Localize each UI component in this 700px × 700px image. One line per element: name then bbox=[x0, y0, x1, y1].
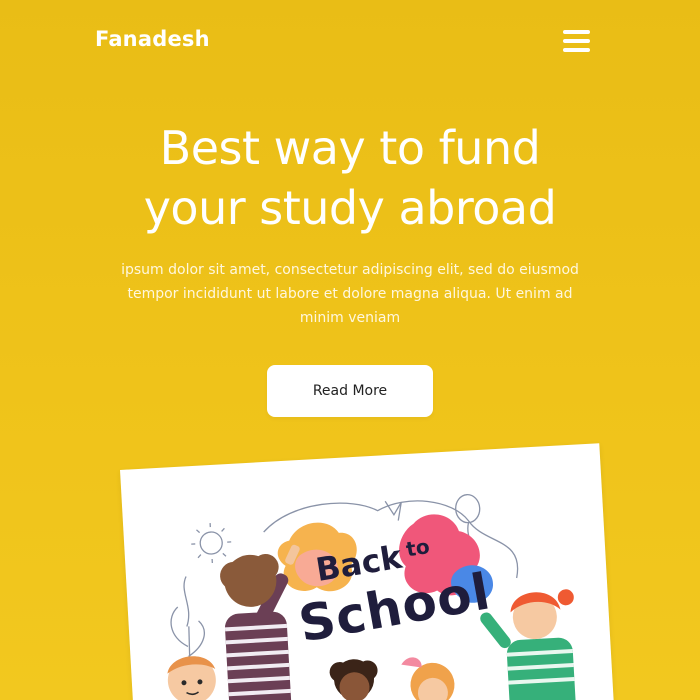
hero-description-line-3: minim veniam bbox=[299, 310, 401, 326]
hamburger-menu-icon[interactable] bbox=[561, 28, 593, 54]
hero-title-line-2: your study abroad bbox=[143, 181, 557, 235]
menu-line bbox=[563, 48, 590, 52]
navbar: Fanadesh bbox=[0, 0, 700, 84]
girl-bottom-center bbox=[401, 657, 455, 700]
illustration-word-to: to bbox=[404, 533, 432, 562]
sun-doodle bbox=[199, 531, 223, 555]
boy-bottom-left bbox=[167, 656, 216, 700]
menu-line bbox=[563, 30, 590, 34]
kid-bottom-center bbox=[329, 659, 378, 700]
brand-logo[interactable]: Fanadesh bbox=[95, 27, 210, 51]
read-more-button[interactable]: Read More bbox=[267, 365, 433, 417]
menu-line bbox=[563, 39, 590, 43]
hero-title-line-1: Best way to fund bbox=[159, 121, 541, 175]
sun-rays-doodle bbox=[191, 523, 232, 564]
hero-description: ipsum dolor sit amet, consectetur adipis… bbox=[100, 258, 600, 330]
back-to-school-illustration: Backto School bbox=[120, 443, 614, 700]
hero-description-line-1: ipsum dolor sit amet, consectetur adipis… bbox=[121, 262, 579, 278]
hero-title: Best way to fund your study abroad bbox=[0, 118, 700, 238]
hero-description-line-2: tempor incididunt ut labore et dolore ma… bbox=[127, 286, 573, 302]
